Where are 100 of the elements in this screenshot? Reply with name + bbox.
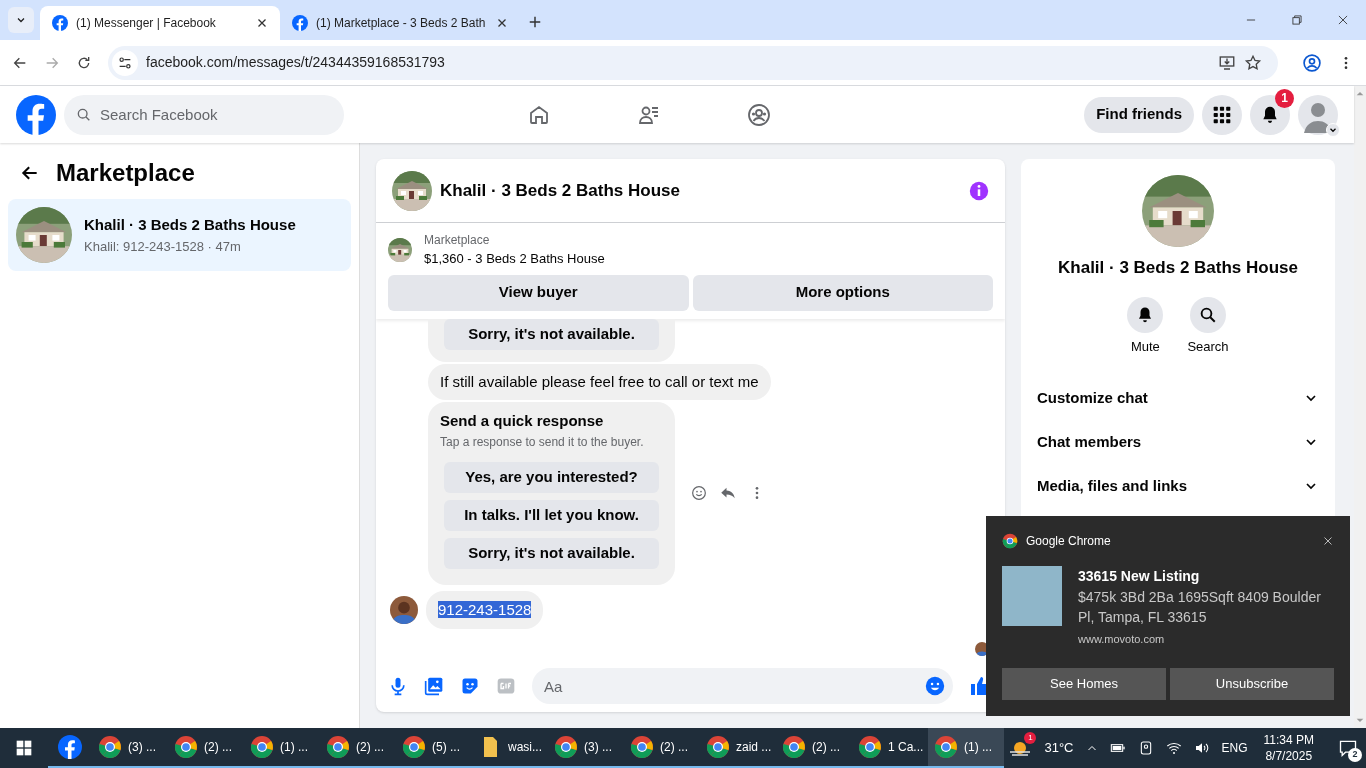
chrome-icon (1002, 533, 1018, 549)
smiley-icon[interactable] (691, 485, 707, 502)
chrome-icon (554, 735, 578, 759)
taskbar-label: 1 Ca... (888, 739, 924, 756)
chrome-icon (174, 735, 198, 759)
close-icon[interactable] (496, 17, 508, 29)
chrome-icon (858, 735, 882, 759)
notification-button[interactable]: Unsubscribe (1170, 668, 1334, 700)
find-friends-button[interactable]: Find friends (1084, 96, 1194, 133)
message-bubble: If still available please feel free to call or text me (428, 363, 771, 400)
section-title: Media, files and links (1037, 475, 1189, 496)
wifi-icon[interactable] (1165, 740, 1182, 756)
browser-tab[interactable]: (1) Messenger | Facebook (40, 6, 280, 40)
chat-action-button[interactable]: View buyer (388, 274, 689, 311)
facebook-logo-icon (58, 735, 82, 759)
tab-title: (1) Marketplace - 3 Beds 2 Bath (316, 15, 487, 32)
group-circle-icon[interactable] (747, 102, 772, 127)
chat-preview: Khalil: 912-243-1528 · 47m (84, 237, 242, 256)
listing-title: $1,360 - 3 Beds 2 Baths House (424, 250, 605, 268)
notification-count-badge: 2 (1348, 748, 1362, 762)
close-icon[interactable] (1336, 13, 1350, 27)
phone-number-text: 912-243-1528 (438, 600, 532, 618)
star-icon[interactable] (1244, 53, 1262, 72)
taskbar-label: (5) ... (432, 739, 460, 756)
profile-icon[interactable] (1302, 52, 1322, 73)
taskbar-button[interactable]: (2) ... (624, 728, 700, 768)
search-field[interactable]: Search Facebook (64, 94, 344, 135)
taskbar-button[interactable]: zaid ... (700, 728, 776, 768)
search-button[interactable] (1190, 296, 1226, 333)
language-indicator[interactable]: ENG (1221, 739, 1248, 757)
emoji-icon[interactable] (925, 676, 945, 696)
quick-response-button[interactable]: Sorry, it's not available. (444, 318, 659, 350)
chrome-icon (98, 735, 122, 759)
date-text: 8/7/2025 (1265, 748, 1313, 764)
details-section-row[interactable]: Chat members (1029, 420, 1327, 464)
taskbar-label: (3) ... (128, 739, 156, 756)
chat-list-item[interactable]: Khalil · 3 Beds 2 Baths House Khalil: 912-243-1528 · 47m (8, 199, 351, 271)
facebook-logo-icon (292, 15, 308, 31)
close-icon[interactable] (1322, 535, 1334, 547)
chat-name: Khalil · 3 Beds 2 Baths House (84, 215, 296, 235)
browser-tab[interactable]: (1) Marketplace - 3 Beds 2 Bath (280, 6, 520, 40)
taskbar-button[interactable]: (1) ... (928, 728, 1004, 768)
weather-badge: 1 (1024, 732, 1037, 744)
taskbar-label: (3) ... (584, 739, 612, 756)
details-section-row[interactable]: Media, files and links (1029, 464, 1327, 508)
search-icon (1199, 305, 1217, 324)
chrome-icon (934, 735, 958, 759)
taskbar-label: (1) ... (964, 739, 992, 756)
taskbar-button[interactable]: (2) ... (168, 728, 244, 768)
quick-response-button[interactable]: Yes, are you interested? (444, 461, 659, 493)
windows-start-icon[interactable] (16, 740, 32, 756)
taskbar-label: (2) ... (660, 739, 688, 756)
sticker-icon[interactable] (460, 676, 480, 696)
facebook-logo-icon[interactable] (16, 94, 56, 135)
action-label: Search (1187, 337, 1229, 356)
menu-button[interactable] (1202, 94, 1242, 135)
taskbar-button[interactable]: wasi... (472, 728, 548, 768)
close-icon[interactable] (256, 17, 268, 29)
taskbar-label: (2) ... (812, 739, 840, 756)
microphone-icon[interactable] (388, 676, 408, 696)
details-name: Khalil · 3 Beds 2 Baths House (1058, 257, 1298, 279)
message-input-field[interactable]: Aa (532, 668, 953, 704)
address-bar[interactable]: facebook.com/messages/t/24344359168531793 (108, 45, 1278, 80)
chrome-icon (250, 735, 274, 759)
taskbar-label: zaid ... (736, 739, 772, 756)
taskbar-button[interactable]: (3) ... (548, 728, 624, 768)
reload-icon[interactable] (76, 54, 92, 71)
details-section-row[interactable]: Customize chat (1029, 376, 1327, 420)
taskbar-button[interactable]: (3) ... (92, 728, 168, 768)
notification-app-name: Google Chrome (1026, 533, 1112, 550)
restore-icon[interactable] (1290, 13, 1304, 27)
taskbar-button[interactable]: (2) ... (320, 728, 396, 768)
chat-action-button[interactable]: More options (692, 274, 993, 311)
photo-placeholder (1002, 566, 1062, 626)
notification-center-icon[interactable] (1338, 738, 1358, 758)
notifications-button[interactable] (1250, 94, 1290, 135)
quick-response-title: Send a quick response (440, 411, 605, 431)
chrome-icon (782, 735, 806, 759)
taskbar-label: (2) ... (356, 739, 384, 756)
site-settings-icon[interactable] (117, 54, 133, 71)
clock[interactable]: 11:34 PM 8/7/2025 (1259, 732, 1318, 764)
new-tab-icon[interactable] (528, 15, 542, 29)
taskbar-button[interactable]: (5) ... (396, 728, 472, 768)
quick-response-button[interactable]: In talks. I'll let you know. (444, 499, 659, 531)
notification-button[interactable]: See Homes (1002, 668, 1166, 700)
action-label: Mute (1130, 337, 1160, 356)
install-app-icon[interactable] (1218, 53, 1236, 72)
temperature-text: 31°C (1044, 739, 1074, 758)
chat-title: Khalil · 3 Beds 2 Baths House (440, 179, 681, 202)
notification-site: www.movoto.com (1078, 632, 1166, 647)
notification-body: $475k 3Bd 2Ba 1695Sqft 8409 Boulder Pl, Tampa, FL 33615 (1078, 588, 1322, 627)
mute-button[interactable] (1127, 296, 1164, 333)
facebook-logo-icon (52, 15, 68, 31)
quick-response-button[interactable]: Sorry, it's not available. (444, 537, 659, 569)
info-icon[interactable] (969, 180, 989, 201)
taskbar-button[interactable]: (1) ... (244, 728, 320, 768)
photo-icon[interactable] (424, 676, 444, 696)
chrome-icon (706, 735, 730, 759)
taskbar-label: (2) ... (204, 739, 232, 756)
taskbar-button[interactable]: (2) ... (776, 728, 852, 768)
